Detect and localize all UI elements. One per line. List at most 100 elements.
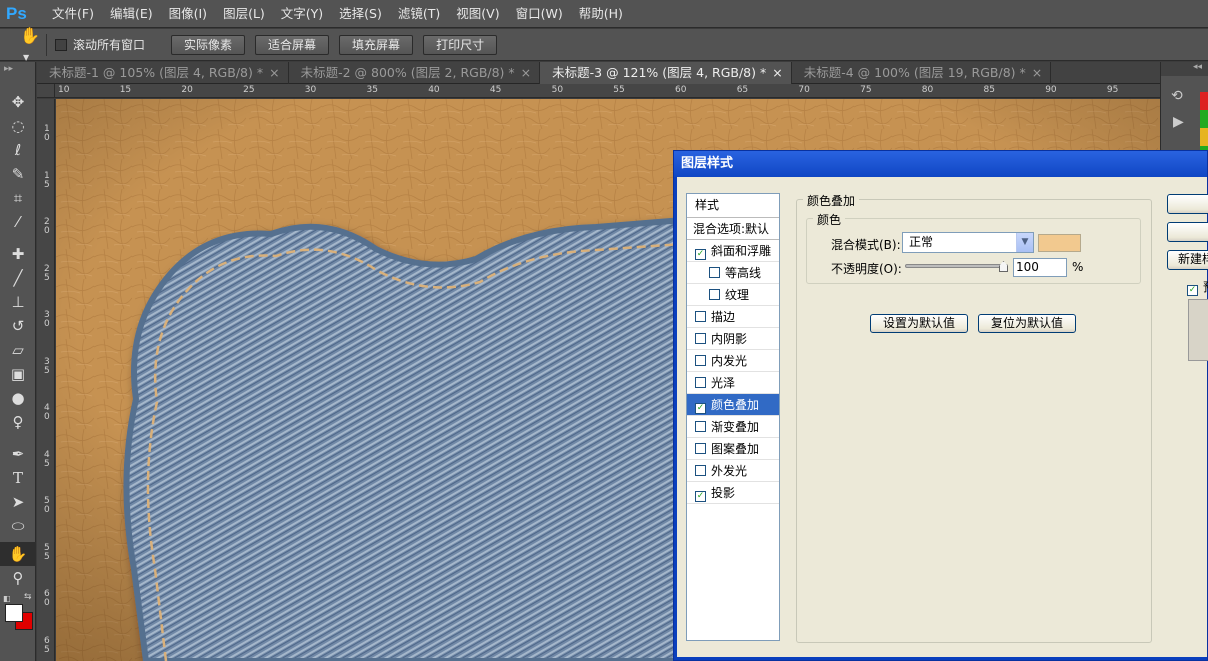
- menu-edit[interactable]: 编辑(E): [102, 0, 161, 28]
- print-size-button[interactable]: 打印尺寸: [423, 34, 498, 55]
- menu-view[interactable]: 视图(V): [448, 0, 507, 28]
- chevron-down-icon[interactable]: ▼: [1016, 233, 1033, 252]
- eyedropper-tool-icon[interactable]: ⁄: [0, 210, 36, 234]
- style-checkbox[interactable]: ✓: [695, 249, 706, 260]
- gradient-tool-icon[interactable]: ▣: [0, 362, 36, 386]
- preview-checkbox[interactable]: ✓预: [1187, 278, 1208, 296]
- hand-tool-preset-icon[interactable]: ✋▼: [0, 26, 46, 64]
- quick-select-tool-icon[interactable]: ✎: [0, 162, 36, 186]
- style-checkbox[interactable]: [695, 355, 706, 366]
- close-icon[interactable]: ×: [1032, 65, 1042, 80]
- style-checkbox[interactable]: ✓: [695, 491, 706, 502]
- opacity-input[interactable]: 100: [1013, 258, 1067, 277]
- style-checkbox[interactable]: [695, 377, 706, 388]
- close-icon[interactable]: ×: [269, 65, 279, 80]
- style-item[interactable]: 等高线: [687, 262, 779, 284]
- style-item[interactable]: ✓ 投影: [687, 482, 779, 504]
- clone-stamp-tool-icon[interactable]: ⊥: [0, 290, 36, 314]
- set-default-button[interactable]: 设置为默认值: [870, 314, 968, 333]
- close-icon[interactable]: ×: [521, 65, 531, 80]
- style-item[interactable]: 渐变叠加: [687, 416, 779, 438]
- style-item-label: 纹理: [725, 288, 750, 302]
- vertical-ruler[interactable]: 1 0 1 5 2 0 2 5 3 0 3 5 4 0 4 5 5 0 5 5 6 0 6 5: [37, 99, 55, 661]
- swap-colors-icon[interactable]: ⇆: [24, 592, 32, 602]
- dodge-tool-icon[interactable]: ♀: [0, 410, 36, 434]
- zoom-tool-icon[interactable]: ⚲: [0, 566, 36, 590]
- lasso-tool-icon[interactable]: ℓ: [0, 138, 36, 162]
- style-item[interactable]: 内发光: [687, 350, 779, 372]
- ellipse-tool-icon[interactable]: ⬭: [0, 514, 36, 538]
- style-checkbox[interactable]: [695, 333, 706, 344]
- opacity-slider-thumb[interactable]: [999, 261, 1008, 272]
- path-selection-tool-icon[interactable]: ➤: [0, 490, 36, 514]
- style-checkbox[interactable]: [695, 311, 706, 322]
- tab-document-4[interactable]: 未标题-4 @ 100% (图层 19, RGB/8) * ×: [792, 62, 1052, 84]
- history-brush-tool-icon[interactable]: ↺: [0, 314, 36, 338]
- ruler-tick-label: 80: [921, 85, 934, 95]
- horizontal-ruler[interactable]: 10 15 20 25 30 35 40 45 50 55 60 65 70 75 80 85 90 95: [55, 84, 1160, 98]
- menu-file[interactable]: 文件(F): [44, 0, 102, 28]
- menu-type[interactable]: 文字(Y): [273, 0, 331, 28]
- close-icon[interactable]: ×: [772, 65, 782, 80]
- type-tool-icon[interactable]: T: [0, 466, 36, 490]
- tab-document-3[interactable]: 未标题-3 @ 121% (图层 4, RGB/8) * ×: [540, 62, 792, 84]
- reset-default-button[interactable]: 复位为默认值: [978, 314, 1076, 333]
- default-colors-icon[interactable]: ◧: [3, 594, 11, 603]
- style-checkbox[interactable]: ✓: [695, 403, 706, 414]
- ruler-origin[interactable]: [37, 84, 55, 98]
- opacity-slider[interactable]: [905, 261, 1008, 272]
- hand-tool-icon[interactable]: ✋: [0, 542, 36, 566]
- toolbox-collapse-icon[interactable]: ▸▸: [0, 62, 35, 90]
- ruler-tick-label: 10: [58, 85, 70, 95]
- blur-tool-icon[interactable]: ●: [0, 386, 36, 410]
- overlay-color-swatch[interactable]: [1038, 234, 1081, 252]
- style-item[interactable]: ✓ 斜面和浮雕: [687, 240, 779, 262]
- menu-help[interactable]: 帮助(H): [571, 0, 631, 28]
- ok-button[interactable]: [1167, 194, 1208, 214]
- actual-pixels-button[interactable]: 实际像素: [171, 34, 246, 55]
- fit-screen-button[interactable]: 适合屏幕: [255, 34, 330, 55]
- style-item-label: 颜色叠加: [711, 398, 760, 412]
- menu-select[interactable]: 选择(S): [331, 0, 390, 28]
- menu-filter[interactable]: 滤镜(T): [390, 0, 448, 28]
- style-checkbox[interactable]: [695, 443, 706, 454]
- style-checkbox[interactable]: [709, 289, 720, 300]
- brush-tool-icon[interactable]: ╱: [0, 266, 36, 290]
- menu-layer[interactable]: 图层(L): [215, 0, 273, 28]
- preview-checkbox-box[interactable]: ✓: [1187, 285, 1198, 296]
- healing-brush-tool-icon[interactable]: ✚: [0, 242, 36, 266]
- style-item[interactable]: 内阴影: [687, 328, 779, 350]
- cancel-button[interactable]: [1167, 222, 1208, 242]
- menu-window[interactable]: 窗口(W): [508, 0, 571, 28]
- style-item[interactable]: 外发光: [687, 460, 779, 482]
- color-group-label: 颜色: [813, 211, 846, 228]
- style-item[interactable]: 图案叠加: [687, 438, 779, 460]
- move-tool-icon[interactable]: ✥: [0, 90, 36, 114]
- style-item[interactable]: ✓ 颜色叠加: [687, 394, 779, 416]
- style-item[interactable]: 光泽: [687, 372, 779, 394]
- blending-options-item[interactable]: 混合选项:默认: [687, 218, 779, 240]
- styles-header[interactable]: 样式: [687, 194, 779, 218]
- dialog-title[interactable]: 图层样式: [674, 151, 1207, 177]
- foreground-color-swatch[interactable]: [5, 604, 23, 622]
- blend-mode-select[interactable]: 正常 ▼: [902, 232, 1034, 253]
- new-style-button[interactable]: 新建样: [1167, 250, 1208, 270]
- pen-tool-icon[interactable]: ✒: [0, 442, 36, 466]
- style-checkbox[interactable]: [695, 465, 706, 476]
- tab-document-1[interactable]: 未标题-1 @ 105% (图层 4, RGB/8) * ×: [37, 62, 289, 84]
- style-item-label: 内阴影: [711, 332, 748, 346]
- scroll-all-windows-checkbox[interactable]: 滚动所有窗口: [55, 36, 145, 53]
- menu-image[interactable]: 图像(I): [161, 0, 215, 28]
- style-item[interactable]: 描边: [687, 306, 779, 328]
- style-checkbox[interactable]: [695, 421, 706, 432]
- checkbox-box[interactable]: [55, 38, 67, 51]
- marquee-tool-icon[interactable]: ◌: [0, 114, 36, 138]
- ruler-tick-label: 35: [366, 85, 378, 95]
- style-item[interactable]: 纹理: [687, 284, 779, 306]
- style-checkbox[interactable]: [709, 267, 720, 278]
- panel-collapse-icon[interactable]: ◂◂: [1161, 62, 1208, 76]
- tab-document-2[interactable]: 未标题-2 @ 800% (图层 2, RGB/8) * ×: [289, 62, 541, 84]
- crop-tool-icon[interactable]: ⌗: [0, 186, 36, 210]
- eraser-tool-icon[interactable]: ▱: [0, 338, 36, 362]
- fill-screen-button[interactable]: 填充屏幕: [339, 34, 414, 55]
